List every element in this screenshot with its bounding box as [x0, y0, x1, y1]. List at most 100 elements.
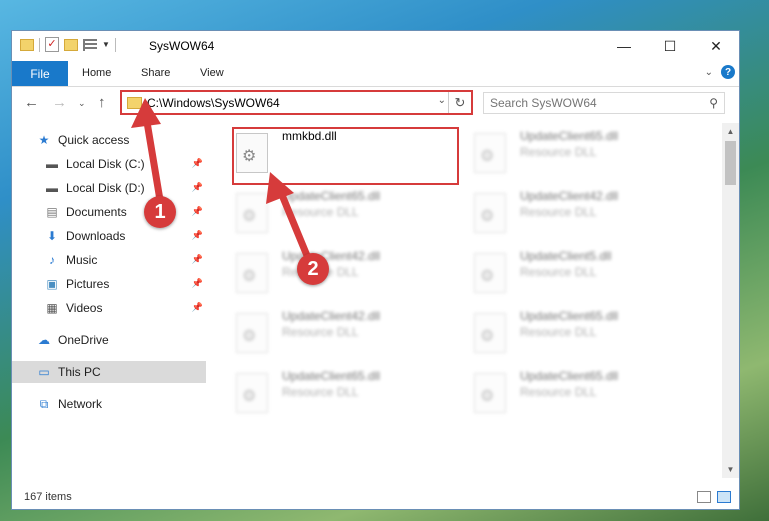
dll-file-icon: ⚙	[236, 373, 268, 413]
address-path[interactable]: C:\Windows\SysWOW64	[147, 96, 280, 110]
title-bar: ✓ ▼ SysWOW64 — ☐ ✕	[12, 31, 739, 61]
status-bar: 167 items	[12, 487, 739, 509]
sidebar-item-local-disk-d[interactable]: ▬ Local Disk (D:) 📌	[44, 177, 206, 199]
file-item[interactable]: ⚙ UpdateClient65.dll Resource DLL	[236, 369, 456, 423]
forward-arrow-icon[interactable]: →	[52, 94, 67, 111]
explorer-window: ✓ ▼ SysWOW64 — ☐ ✕ File Home Share View …	[11, 30, 740, 510]
properties-check-icon[interactable]: ✓	[45, 37, 59, 52]
sidebar-item-label: Local Disk (C:)	[66, 157, 145, 171]
file-item[interactable]: ⚙ UpdateClient42.dll Resource DLL	[474, 189, 694, 243]
file-item[interactable]: ⚙ UpdateClient65.dll Resource DLL	[236, 189, 456, 243]
pin-icon[interactable]: 📌	[192, 158, 203, 169]
sidebar-item-music[interactable]: ♪ Music 📌	[44, 249, 206, 271]
expand-ribbon-icon[interactable]: ⌄	[705, 67, 713, 78]
close-button[interactable]: ✕	[693, 31, 739, 61]
sidebar-item-this-pc[interactable]: ▭ This PC	[12, 361, 206, 383]
scroll-down-icon[interactable]: ▼	[722, 461, 739, 478]
dll-file-icon: ⚙	[474, 373, 506, 413]
gear-icon: ⚙	[480, 388, 495, 405]
pin-icon[interactable]: 📌	[192, 182, 203, 193]
file-type: Resource DLL	[282, 325, 359, 339]
dll-file-icon: ⚙	[236, 193, 268, 233]
sidebar-item-pictures[interactable]: ▣ Pictures 📌	[44, 273, 206, 295]
up-arrow-icon[interactable]: ↑	[98, 94, 106, 111]
sidebar-item-local-disk-c[interactable]: ▬ Local Disk (C:) 📌	[44, 153, 206, 175]
refresh-icon[interactable]: ↻	[448, 92, 471, 113]
sidebar-item-downloads[interactable]: ⬇ Downloads 📌	[44, 225, 206, 247]
address-bar[interactable]: C:\Windows\SysWOW64 ⌄ ↻	[120, 90, 473, 115]
file-name: UpdateClient65.dll	[282, 369, 381, 383]
back-arrow-icon[interactable]: ←	[24, 94, 39, 111]
sidebar-item-network[interactable]: ⧉ Network	[36, 393, 206, 415]
new-folder-icon[interactable]	[64, 38, 78, 51]
gear-icon: ⚙	[242, 328, 257, 345]
scroll-up-icon[interactable]: ▲	[722, 123, 739, 140]
vertical-scrollbar[interactable]: ▲ ▼	[722, 123, 739, 478]
sidebar-item-label: OneDrive	[58, 333, 109, 347]
file-name: UpdateClient65.dll	[520, 309, 619, 323]
properties-icon[interactable]	[83, 38, 97, 51]
pin-icon[interactable]: 📌	[192, 302, 203, 313]
help-icon[interactable]: ?	[721, 65, 735, 79]
sidebar-item-label: Pictures	[66, 277, 110, 291]
cloud-icon: ☁	[38, 333, 50, 347]
file-item[interactable]: ⚙ UpdateClient65.dll Resource DLL	[474, 309, 694, 363]
gear-icon: ⚙	[242, 388, 257, 405]
large-icons-view-icon[interactable]	[717, 491, 731, 503]
file-item[interactable]: ⚙ UpdateClient42.dll Resource DLL	[236, 309, 456, 363]
file-type: Resource DLL	[520, 325, 597, 339]
file-item[interactable]: ⚙ UpdateClient65.dll Resource DLL	[474, 369, 694, 423]
file-name: UpdateClient42.dll	[282, 309, 381, 323]
search-icon[interactable]: ⚲	[709, 96, 718, 110]
file-item[interactable]: ⚙ UpdateClient65.dll Resource DLL	[474, 129, 694, 183]
tab-file[interactable]: File	[12, 61, 68, 86]
navigation-bar: ← → ⌄ ↑ C:\Windows\SysWOW64 ⌄ ↻ ⚲	[12, 87, 739, 119]
ribbon: File Home Share View ⌄ ?	[12, 61, 739, 87]
file-item[interactable]: ⚙ UpdateClient42.dll Resource DLL	[236, 249, 456, 303]
scroll-thumb[interactable]	[725, 141, 736, 185]
documents-icon: ▤	[46, 205, 58, 219]
dll-file-icon: ⚙	[474, 313, 506, 353]
tab-view[interactable]: View	[200, 67, 224, 79]
item-count: 167 items	[24, 491, 72, 503]
search-input[interactable]	[490, 96, 690, 110]
recent-locations-chevron-icon[interactable]: ⌄	[78, 98, 86, 109]
search-box[interactable]: ⚲	[483, 92, 725, 114]
view-toggle	[697, 491, 731, 503]
file-item[interactable]: ⚙ UpdateClient5.dll Resource DLL	[474, 249, 694, 303]
maximize-button[interactable]: ☐	[647, 31, 693, 61]
gear-icon: ⚙	[242, 208, 257, 225]
gear-icon: ⚙	[480, 328, 495, 345]
sidebar-item-videos[interactable]: ▦ Videos 📌	[44, 297, 206, 319]
sidebar-item-documents[interactable]: ▤ Documents 📌	[44, 201, 206, 223]
callout-step-two: 2	[297, 253, 329, 285]
gear-icon: ⚙	[480, 148, 495, 165]
folder-icon	[20, 38, 34, 51]
sidebar-item-label: Local Disk (D:)	[66, 181, 145, 195]
videos-icon: ▦	[46, 301, 58, 315]
file-highlight-box	[232, 127, 459, 185]
divider	[39, 37, 40, 52]
pin-icon[interactable]: 📌	[192, 254, 203, 265]
sidebar-item-label: Downloads	[66, 229, 126, 243]
minimize-button[interactable]: —	[601, 31, 647, 61]
tab-home[interactable]: Home	[82, 67, 111, 79]
sidebar-item-label: Network	[58, 397, 103, 411]
sidebar-item-quick-access[interactable]: ★ Quick access	[36, 129, 206, 151]
star-icon: ★	[38, 133, 50, 147]
tab-share[interactable]: Share	[141, 67, 170, 79]
file-name: UpdateClient65.dll	[520, 129, 619, 143]
caption-buttons: — ☐ ✕	[601, 31, 739, 61]
sidebar-item-label: Videos	[66, 301, 103, 315]
customize-dropdown-icon[interactable]: ▼	[102, 40, 110, 49]
dll-file-icon: ⚙	[236, 313, 268, 353]
folder-icon	[127, 97, 142, 109]
pin-icon[interactable]: 📌	[192, 230, 203, 241]
sidebar-item-onedrive[interactable]: ☁ OneDrive	[36, 329, 206, 351]
address-dropdown-icon[interactable]: ⌄	[438, 95, 446, 106]
pin-icon[interactable]: 📌	[192, 278, 203, 289]
file-type: Resource DLL	[520, 205, 597, 219]
file-name: UpdateClient65.dll	[520, 369, 619, 383]
pin-icon[interactable]: 📌	[192, 206, 203, 217]
details-view-icon[interactable]	[697, 491, 711, 503]
